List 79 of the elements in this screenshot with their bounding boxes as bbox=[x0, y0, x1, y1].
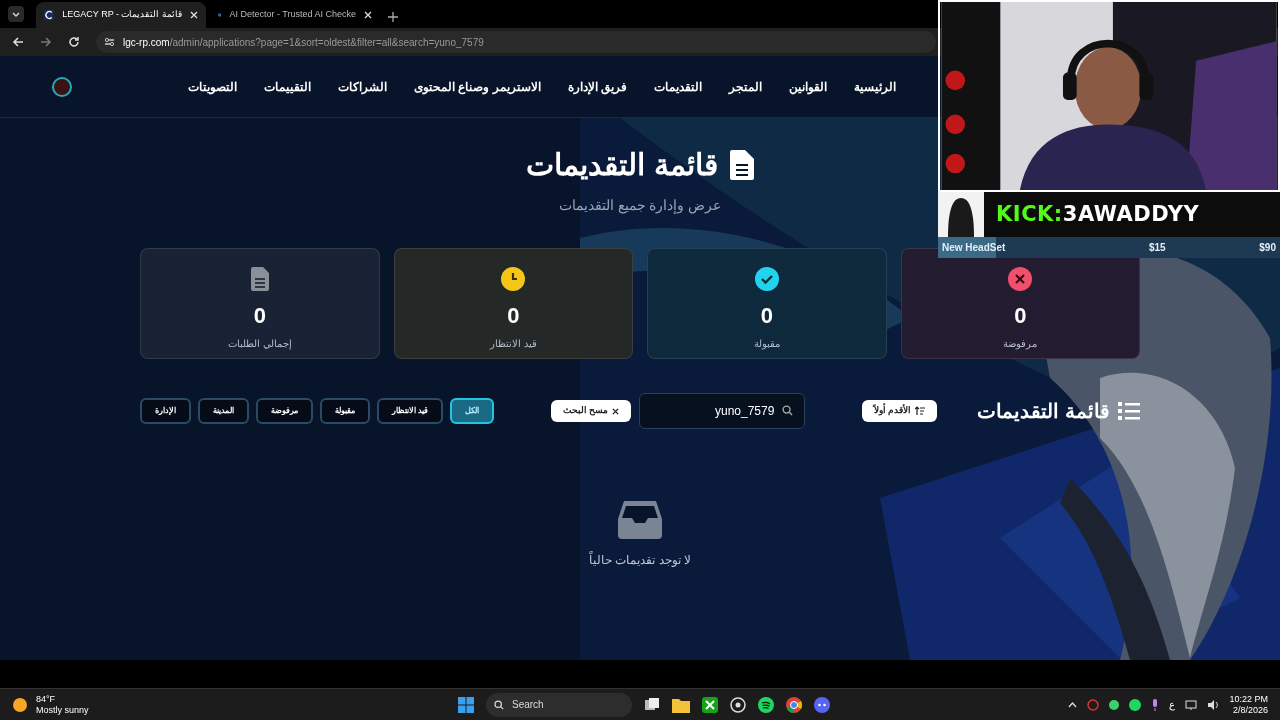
site-settings-icon[interactable] bbox=[104, 37, 115, 47]
network-icon[interactable] bbox=[1185, 698, 1198, 711]
stat-label: مرفوضة bbox=[1003, 337, 1038, 351]
clock-time[interactable]: 10:22 PM bbox=[1229, 693, 1268, 705]
status-dot-icon[interactable] bbox=[1109, 699, 1120, 710]
stat-value: 0 bbox=[760, 302, 773, 330]
browser-icon[interactable] bbox=[786, 696, 802, 713]
browser-tab[interactable]: LEGACY RP - قائمة التقديمات bbox=[36, 2, 206, 28]
search-icon bbox=[494, 699, 504, 710]
inbox-icon bbox=[618, 501, 662, 539]
goal-label: New HeadSet bbox=[942, 241, 1006, 255]
address-bar[interactable]: lgc-rp.com/admin/applications?page=1&sort=oldest&filter=all&search=yuno_7579 bbox=[96, 31, 936, 53]
browser-tab[interactable]: AI Detector - Trusted AI Checke bbox=[210, 2, 380, 28]
sort-button[interactable]: الأقدم أولاً bbox=[861, 400, 938, 422]
filter-button[interactable]: مقبولة bbox=[320, 398, 370, 424]
chevron-up-icon[interactable] bbox=[1068, 701, 1078, 708]
nav-link[interactable]: فريق الإدارة bbox=[567, 77, 627, 96]
avatar-icon bbox=[938, 192, 984, 237]
nav-link[interactable]: الشراكات bbox=[338, 77, 387, 96]
tray-app-icon[interactable] bbox=[1087, 698, 1100, 711]
search-placeholder: Search bbox=[512, 698, 544, 712]
stat-label: إجمالي الطلبات bbox=[227, 337, 292, 351]
filter-button[interactable]: الإدارة bbox=[140, 398, 191, 424]
chat-app-icon[interactable] bbox=[814, 696, 830, 713]
filter-button[interactable]: مرفوضة bbox=[256, 398, 313, 424]
nav-link[interactable]: التقييمات bbox=[264, 77, 311, 96]
new-tab-icon[interactable] bbox=[388, 12, 398, 22]
music-app-icon[interactable] bbox=[1129, 698, 1142, 711]
weather-text: Mostly sunny bbox=[36, 704, 89, 716]
close-icon bbox=[612, 407, 620, 415]
temperature-text: 84°F bbox=[36, 693, 57, 705]
reload-icon[interactable] bbox=[68, 36, 80, 48]
weather-sun-icon[interactable] bbox=[12, 696, 28, 713]
taskbar-search-bar[interactable]: Search bbox=[486, 692, 632, 717]
microphone-icon[interactable] bbox=[1151, 698, 1160, 711]
site-icon bbox=[44, 9, 55, 21]
windows-start-icon[interactable] bbox=[458, 696, 474, 713]
url-text: lgc-rp.com/admin/applications?page=1&sort=oldest&filter=all&search=yuno_7579 bbox=[123, 35, 484, 50]
close-tab-icon[interactable] bbox=[190, 11, 198, 19]
goal-target: $90 bbox=[1259, 241, 1276, 255]
empty-state-text: لا توجد تقديمات حالياً bbox=[589, 551, 691, 569]
page-title: قائمة التقديمات bbox=[526, 147, 718, 183]
channel-handle: KICK:3AWADDYY bbox=[996, 200, 1200, 228]
tab-list-button[interactable] bbox=[8, 6, 24, 22]
nav-link[interactable]: المتجر bbox=[729, 77, 762, 96]
forward-icon[interactable] bbox=[40, 36, 52, 48]
stat-value: 0 bbox=[253, 302, 266, 330]
volume-icon[interactable] bbox=[1207, 698, 1220, 711]
back-icon[interactable] bbox=[12, 36, 24, 48]
page-subtitle: عرض وإدارة جميع التقديمات bbox=[558, 196, 722, 216]
filter-button[interactable]: الكل bbox=[450, 398, 495, 424]
stat-value: 0 bbox=[1014, 302, 1027, 330]
search-icon bbox=[782, 405, 794, 416]
task-view-icon[interactable] bbox=[644, 696, 660, 713]
nav-link[interactable]: التصويتات bbox=[188, 77, 237, 96]
circle-app-icon[interactable] bbox=[730, 696, 746, 713]
sort-icon bbox=[915, 406, 926, 416]
stat-label: مقبولة bbox=[753, 337, 780, 351]
filter-button[interactable]: المدينة bbox=[198, 398, 249, 424]
stat-value: 0 bbox=[507, 302, 520, 330]
music-app-icon[interactable] bbox=[758, 696, 774, 713]
filter-button[interactable]: قيد الانتظار bbox=[377, 398, 444, 424]
list-icon bbox=[1118, 402, 1140, 420]
nav-link[interactable]: الاستريمر وصناع المحتوى bbox=[414, 77, 541, 96]
list-title: قائمة التقديمات bbox=[977, 399, 1110, 424]
nav-link[interactable]: القوانين bbox=[789, 77, 827, 96]
folder-icon[interactable] bbox=[672, 696, 690, 713]
xbox-icon[interactable] bbox=[702, 696, 718, 713]
stat-label: قيد الانتظار bbox=[489, 337, 537, 351]
search-field[interactable]: yuno_7579 bbox=[639, 393, 806, 429]
goal-current: $15 bbox=[1149, 241, 1166, 255]
caret-icon bbox=[12, 11, 20, 17]
logo-icon[interactable] bbox=[52, 76, 72, 97]
language-indicator[interactable]: ع bbox=[1169, 697, 1176, 712]
clock-date[interactable]: 2/8/2026 bbox=[1232, 704, 1268, 716]
clear-search-button[interactable]: مسح البحث bbox=[550, 400, 632, 422]
close-tab-icon[interactable] bbox=[364, 11, 372, 19]
nav-link[interactable]: الرئيسية bbox=[854, 77, 896, 96]
nav-link[interactable]: التقديمات bbox=[654, 77, 702, 96]
